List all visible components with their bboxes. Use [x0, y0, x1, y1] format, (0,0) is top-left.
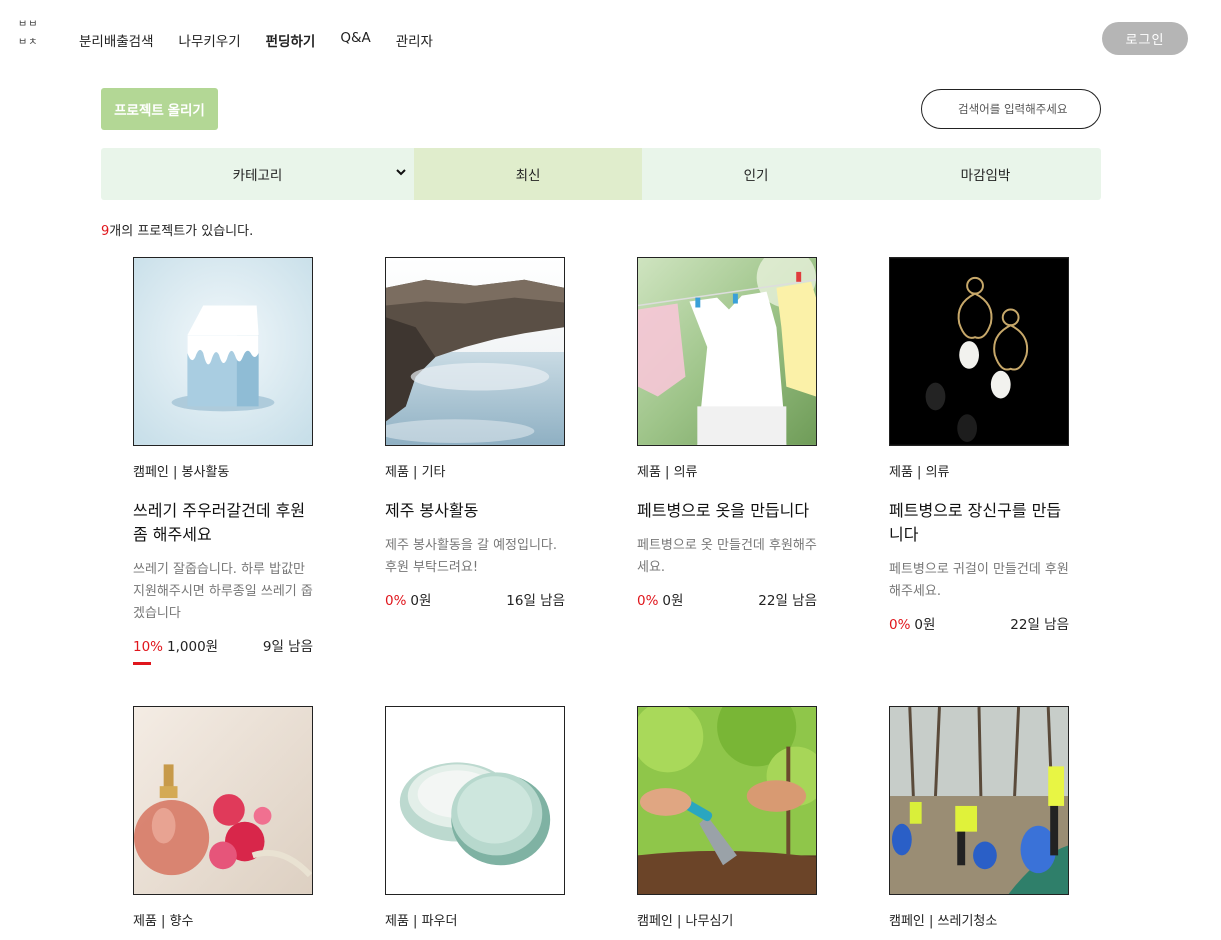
laundry-clothes-image[interactable] — [637, 257, 817, 446]
funding-percent: 10% — [133, 639, 164, 665]
perfume-bottle-image[interactable] — [133, 706, 313, 895]
card-category: 캠페인 | 봉사활동 — [133, 465, 230, 480]
funding-amount: 0원 — [662, 593, 684, 609]
days-left: 9일 남음 — [262, 639, 313, 655]
site-logo[interactable]: ㅂㅂ ㅂㅊ — [18, 16, 50, 52]
nav-item-funding[interactable]: 펀딩하기 — [266, 30, 316, 50]
card-category: 제품 | 파우더 — [385, 914, 458, 929]
card-description: 페트병으로 귀걸이 만들건데 후원해주세요. — [889, 562, 1069, 599]
search-input[interactable] — [958, 102, 1068, 116]
card-category: 제품 | 기타 — [385, 465, 446, 480]
card-title[interactable]: 쓰레기 주우러갈건데 후원좀 해주세요 — [133, 499, 313, 547]
project-card[interactable]: 제품 | 향수 — [133, 706, 313, 929]
pearl-earrings-image[interactable] — [889, 257, 1069, 446]
project-card[interactable]: 제품 | 의류 페트병으로 장신구를 만듭니다 페트병으로 귀걸이 만들건데 후… — [889, 257, 1069, 633]
days-left: 22일 남음 — [1010, 617, 1069, 633]
card-funding-meta: 0% 0원 22일 남음 — [637, 589, 817, 609]
upload-project-button[interactable]: 프로젝트 올리기 — [101, 88, 218, 130]
days-left: 22일 남음 — [758, 593, 817, 609]
tab-latest[interactable]: 최신 — [414, 148, 642, 200]
project-card[interactable]: 제품 | 파우더 — [385, 706, 565, 929]
project-count-text: 개의 프로젝트가 있습니다. — [109, 224, 254, 239]
logo-line-2: ㅂㅊ — [18, 37, 39, 48]
nav-item-admin[interactable]: 관리자 — [396, 30, 433, 50]
card-funding-meta: 0% 0원 22일 남음 — [889, 613, 1069, 633]
project-card[interactable]: 캠페인 | 나무심기 — [637, 706, 817, 929]
card-description: 페트병으로 옷 만들건데 후원해주세요. — [637, 538, 817, 575]
main-nav: 분리배출검색 나무키우기 펀딩하기 Q&A 관리자 — [79, 30, 458, 50]
chevron-down-icon — [396, 169, 406, 176]
card-category: 캠페인 | 나무심기 — [637, 914, 734, 929]
card-title[interactable]: 페트병으로 장신구를 만듭니다 — [889, 499, 1069, 547]
days-left: 16일 남음 — [506, 593, 565, 609]
funding-amount: 0원 — [914, 617, 936, 633]
project-card[interactable]: 제품 | 의류 페트병으로 옷을 만듭니다 페트병으로 옷 만들건데 후원해주세… — [637, 257, 817, 609]
category-select[interactable]: 카테고리 — [101, 148, 414, 200]
project-card[interactable]: 캠페인 | 쓰레기청소 — [889, 706, 1069, 929]
card-category: 제품 | 의류 — [889, 465, 950, 480]
logo-line-1: ㅂㅂ — [18, 19, 39, 30]
tree-planting-image[interactable] — [637, 706, 817, 895]
card-category: 제품 | 의류 — [637, 465, 698, 480]
funding-amount: 0원 — [410, 593, 432, 609]
trash-cleanup-image[interactable] — [889, 706, 1069, 895]
card-category: 캠페인 | 쓰레기청소 — [889, 914, 998, 929]
category-select-label: 카테고리 — [232, 168, 283, 184]
nav-item-qna[interactable]: Q&A — [340, 30, 370, 50]
powder-compact-image[interactable] — [385, 706, 565, 895]
funding-percent: 0% — [889, 617, 911, 633]
tab-popular[interactable]: 인기 — [642, 148, 870, 200]
jeju-coast-image[interactable] — [385, 257, 565, 446]
project-card[interactable]: 캠페인 | 봉사활동 쓰레기 주우러갈건데 후원좀 해주세요 쓰레기 잘줍습니다… — [133, 257, 313, 665]
project-count: 9개의 프로젝트가 있습니다. — [101, 220, 253, 239]
search-box — [921, 89, 1101, 129]
funding-amount: 1,000원 — [167, 639, 219, 655]
card-funding-meta: 0% 0원 16일 남음 — [385, 589, 565, 609]
project-card[interactable]: 제품 | 기타 제주 봉사활동 제주 봉사활동을 갈 예정입니다. 후원 부탁드… — [385, 257, 565, 609]
card-title[interactable]: 페트병으로 옷을 만듭니다 — [637, 499, 817, 523]
filter-bar: 카테고리 최신 인기 마감임박 — [101, 148, 1101, 200]
milk-carton-image[interactable] — [133, 257, 313, 446]
nav-item-recycling-search[interactable]: 분리배출검색 — [79, 30, 154, 50]
funding-percent-value: 10% — [133, 639, 164, 655]
card-title[interactable]: 제주 봉사활동 — [385, 499, 565, 523]
tab-closing-soon[interactable]: 마감임박 — [870, 148, 1101, 200]
card-category: 제품 | 향수 — [133, 914, 194, 929]
card-funding-meta: 10% 1,000원 9일 남음 — [133, 635, 313, 665]
card-description: 쓰레기 잘줍습니다. 하루 밥값만 지원해주시면 하루종일 쓰레기 줍겠습니다 — [133, 562, 313, 621]
login-button[interactable]: 로그인 — [1102, 22, 1188, 55]
funding-percent: 0% — [385, 593, 407, 609]
funding-percent: 0% — [637, 593, 659, 609]
card-description: 제주 봉사활동을 갈 예정입니다. 후원 부탁드려요! — [385, 538, 558, 575]
nav-item-grow-tree[interactable]: 나무키우기 — [179, 30, 241, 50]
funding-progress-bar — [133, 662, 151, 665]
